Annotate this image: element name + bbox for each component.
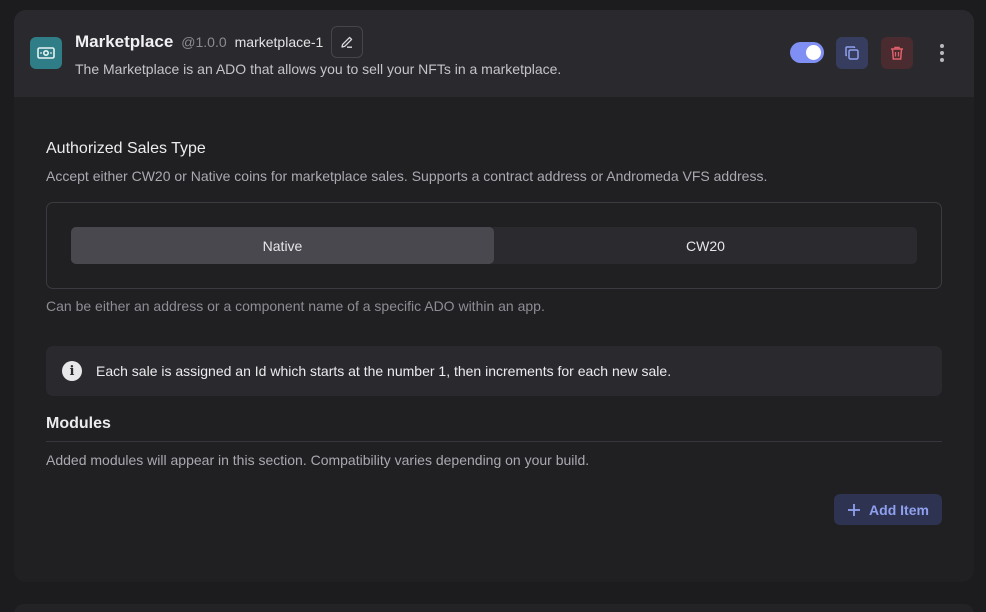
toggle-knob (806, 45, 821, 60)
trash-icon (891, 46, 903, 60)
sales-type-hint: Can be either an address or a component … (46, 298, 545, 314)
ado-description: The Marketplace is an ADO that allows yo… (75, 61, 562, 77)
ado-instance-name: marketplace-1 (234, 34, 324, 50)
more-vertical-icon[interactable] (932, 41, 952, 65)
sales-type-option-cw20[interactable]: CW20 (494, 227, 917, 264)
ado-card: Marketplace @1.0.0 marketplace-1 The Mar… (14, 10, 974, 582)
pencil-icon (341, 36, 353, 48)
sales-type-title: Authorized Sales Type (46, 140, 206, 157)
sales-type-option-native[interactable]: Native (71, 227, 494, 264)
info-icon: i (62, 361, 82, 381)
modules-title: Modules (46, 415, 111, 432)
ado-version: @1.0.0 (181, 34, 227, 50)
edit-name-button[interactable] (331, 26, 364, 58)
plus-icon (848, 503, 861, 516)
info-text: Each sale is assigned an Id which starts… (96, 363, 672, 379)
duplicate-button[interactable] (836, 37, 868, 69)
delete-button[interactable] (881, 37, 913, 69)
sales-type-description: Accept either CW20 or Native coins for m… (46, 168, 768, 184)
copy-icon (845, 46, 859, 60)
info-callout: i Each sale is assigned an Id which star… (46, 346, 942, 396)
modules-divider (46, 441, 942, 442)
enable-toggle[interactable] (790, 42, 824, 63)
ado-title-row: Marketplace @1.0.0 marketplace-1 (75, 26, 364, 58)
sales-type-segmented-control: Native CW20 (71, 227, 917, 264)
ado-title: Marketplace (75, 32, 174, 51)
money-icon (30, 37, 62, 69)
add-item-label: Add Item (869, 501, 929, 518)
ado-card-header: Marketplace @1.0.0 marketplace-1 The Mar… (14, 10, 974, 97)
next-card-edge (14, 604, 974, 612)
sales-type-box: Native CW20 (46, 202, 942, 289)
add-item-button[interactable]: Add Item (834, 494, 942, 525)
modules-description: Added modules will appear in this sectio… (46, 452, 590, 468)
